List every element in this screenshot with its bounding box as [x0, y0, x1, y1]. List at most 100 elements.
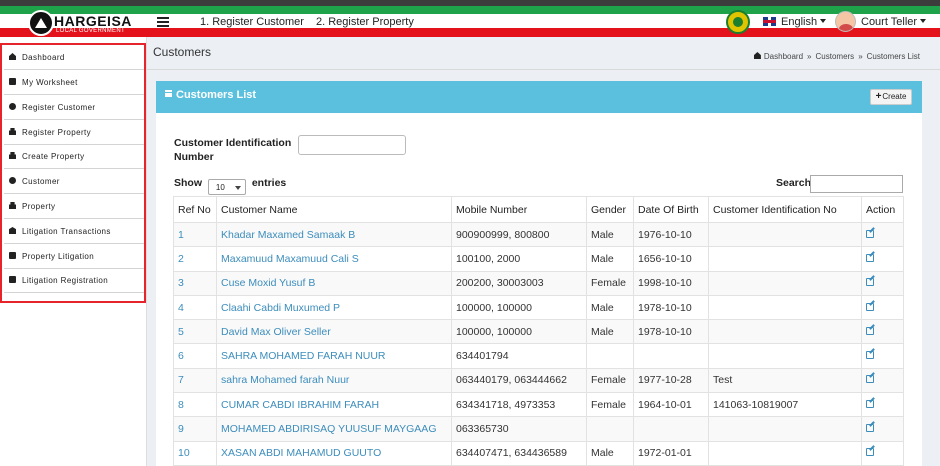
- edit-icon[interactable]: [866, 448, 874, 457]
- sidebar-item-label: Property Litigation: [22, 252, 95, 261]
- ref-no-cell[interactable]: 4: [173, 294, 217, 321]
- gender-cell: [586, 343, 634, 369]
- date-of-birth-cell: 1977-10-28: [633, 367, 709, 394]
- ref-no-cell[interactable]: 9: [173, 416, 217, 442]
- col-customer-name[interactable]: Customer Name: [216, 196, 452, 223]
- action-cell: [861, 343, 904, 369]
- chevron-down-icon: [820, 19, 827, 23]
- customer-id-input[interactable]: [298, 135, 406, 155]
- customer-id-cell: [708, 221, 862, 248]
- sidebar-item-label: Customer: [22, 177, 60, 186]
- menu-toggle-icon[interactable]: [157, 17, 169, 27]
- edit-icon[interactable]: [866, 229, 874, 238]
- ref-no-cell[interactable]: 1: [173, 221, 217, 248]
- breadcrumb-separator: »: [807, 52, 812, 61]
- breadcrumb: Dashboard» Customers» Customers List: [753, 52, 920, 61]
- table-row: 7 sahra Mohamed farah Nuur 063440179, 0634…: [173, 367, 904, 394]
- book-icon: [9, 276, 16, 283]
- edit-icon[interactable]: [866, 375, 874, 384]
- ref-no-cell[interactable]: 3: [173, 270, 217, 296]
- customer-name-link[interactable]: David Max Oliver Seller: [216, 319, 452, 345]
- ref-no-cell[interactable]: 7: [173, 367, 217, 394]
- sidebar-item-register-property[interactable]: Register Property: [4, 120, 144, 145]
- customer-name-link[interactable]: SAHRA MOHAMED FARAH NUUR: [216, 343, 452, 369]
- edit-icon[interactable]: [866, 253, 874, 262]
- col-ref-no[interactable]: Ref No: [173, 196, 217, 223]
- gender-cell: Female: [586, 270, 634, 296]
- customer-name-link[interactable]: Maxamuud Maxamuud Cali S: [216, 246, 452, 272]
- sidebar-item-label: Create Property: [22, 152, 85, 161]
- list-icon: [165, 90, 172, 97]
- book-icon: [9, 78, 16, 85]
- customer-name-link[interactable]: XASAN ABDI MAHAMUD GUUTO: [216, 440, 452, 466]
- top-nav: 1. Register Customer 2. Register Propert…: [200, 16, 423, 28]
- customer-name-link[interactable]: sahra Mohamed farah Nuur: [216, 367, 452, 394]
- table-row: 5 David Max Oliver Seller 100000, 100000 Ma…: [173, 319, 904, 345]
- edit-icon[interactable]: [866, 278, 874, 287]
- bank-icon: [9, 227, 16, 234]
- edit-icon[interactable]: [866, 351, 874, 360]
- edit-icon[interactable]: [866, 424, 874, 433]
- edit-icon[interactable]: [866, 302, 874, 311]
- sidebar-item-label: My Worksheet: [22, 78, 78, 87]
- user-name: Court Teller: [861, 16, 918, 28]
- edit-icon[interactable]: [866, 399, 874, 408]
- create-button[interactable]: +Create: [870, 89, 912, 105]
- nav-register-property[interactable]: 2. Register Property: [316, 16, 414, 28]
- gender-cell: Male: [586, 319, 634, 345]
- sidebar-item-litigation-transactions[interactable]: Litigation Transactions: [4, 219, 144, 244]
- customer-name-link[interactable]: Cuse Moxid Yusuf B: [216, 270, 452, 296]
- col-action[interactable]: Action: [861, 196, 904, 223]
- date-of-birth-cell: 1656-10-10: [633, 246, 709, 272]
- language-selector[interactable]: English: [763, 16, 827, 28]
- sidebar-item-dashboard[interactable]: Dashboard: [4, 45, 144, 70]
- mobile-number-cell: 100100, 2000: [451, 246, 587, 272]
- sidebar-item-customer[interactable]: Customer: [4, 169, 144, 194]
- edit-icon[interactable]: [866, 326, 874, 335]
- mobile-number-cell: 100000, 100000: [451, 319, 587, 345]
- customer-id-cell: [708, 270, 862, 296]
- sidebar-item-litigation-registration[interactable]: Litigation Registration: [4, 268, 144, 293]
- nav-register-customer[interactable]: 1. Register Customer: [200, 16, 304, 28]
- entries-select[interactable]: 10: [207, 179, 246, 195]
- sidebar-item-label: Litigation Registration: [22, 276, 109, 285]
- ref-no-cell[interactable]: 10: [173, 440, 217, 466]
- breadcrumb-dashboard[interactable]: Dashboard: [764, 52, 803, 61]
- breadcrumb-current: Customers List: [866, 52, 920, 61]
- customer-name-link[interactable]: Claahi Cabdi Muxumed P: [216, 294, 452, 321]
- customer-name-link[interactable]: Khadar Maxamed Samaak B: [216, 221, 452, 248]
- sidebar-item-property[interactable]: Property: [4, 194, 144, 219]
- customer-id-label: Customer Identification Number: [174, 137, 292, 163]
- col-customer-id-no[interactable]: Customer Identification No: [708, 196, 862, 223]
- ref-no-cell[interactable]: 2: [173, 246, 217, 272]
- customer-id-cell: [708, 294, 862, 321]
- mobile-number-cell: 063365730: [451, 416, 587, 442]
- sidebar-item-create-property[interactable]: Create Property: [4, 144, 144, 169]
- breadcrumb-customers[interactable]: Customers: [816, 52, 855, 61]
- logo[interactable]: HARGEISA LOCAL GOVERNMENT: [28, 10, 146, 36]
- col-mobile-number[interactable]: Mobile Number: [451, 196, 587, 223]
- breadcrumb-separator: »: [858, 52, 863, 61]
- customer-name-link[interactable]: MOHAMED ABDIRISAQ YUUSUF MAYGAAG: [216, 416, 452, 442]
- panel-header: Customers List +Create: [156, 81, 922, 113]
- table-row: 4 Claahi Cabdi Muxumed P 100000, 100000 Mal…: [173, 294, 904, 321]
- sidebar-item-label: Property: [22, 202, 56, 211]
- sidebar-item-label: Register Property: [22, 128, 92, 137]
- avatar[interactable]: [835, 11, 856, 32]
- ref-no-cell[interactable]: 8: [173, 392, 217, 418]
- home-icon: [753, 52, 761, 59]
- book-icon: [9, 252, 16, 259]
- sidebar-item-my-worksheet[interactable]: My Worksheet: [4, 70, 144, 95]
- col-gender[interactable]: Gender: [586, 196, 634, 223]
- sidebar-item-register-customer[interactable]: Register Customer: [4, 95, 144, 120]
- customer-name-link[interactable]: CUMAR CABDI IBRAHIM FARAH: [216, 392, 452, 418]
- sidebar-item-property-litigation[interactable]: Property Litigation: [4, 244, 144, 269]
- table-row: 10 XASAN ABDI MAHAMUD GUUTO 634407471, 634…: [173, 440, 904, 466]
- col-date-of-birth[interactable]: Date Of Birth: [633, 196, 709, 223]
- search-input[interactable]: [810, 175, 903, 193]
- gender-cell: Female: [586, 392, 634, 418]
- ref-no-cell[interactable]: 6: [173, 343, 217, 369]
- ref-no-cell[interactable]: 5: [173, 319, 217, 345]
- user-menu[interactable]: Court Teller: [861, 16, 927, 28]
- home-icon: [9, 53, 16, 60]
